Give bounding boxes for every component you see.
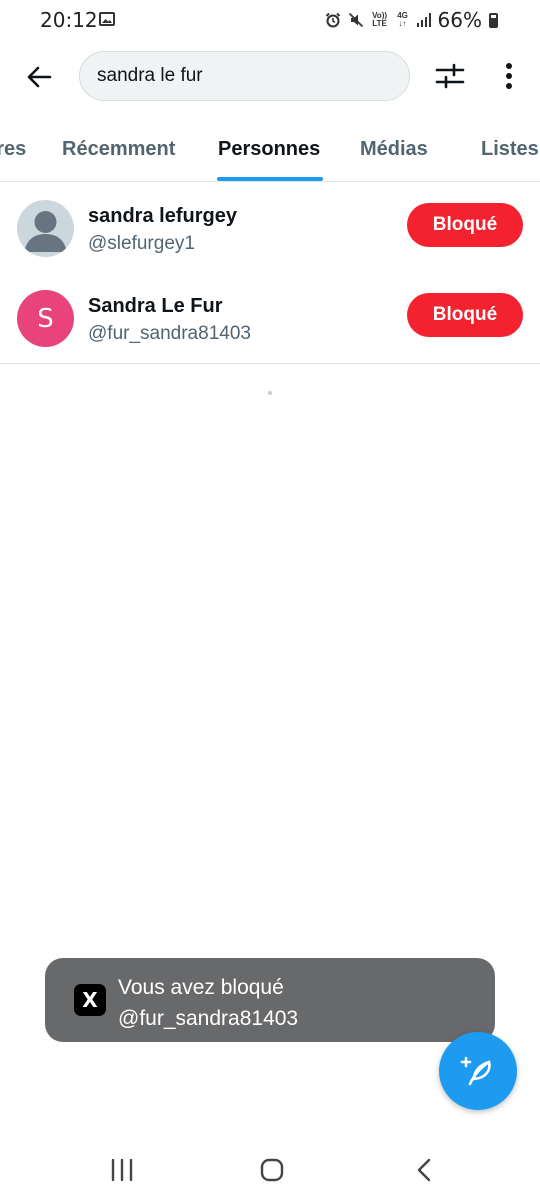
home-icon: [260, 1158, 284, 1182]
arrow-left-icon: [27, 66, 52, 88]
battery-icon: [489, 12, 498, 28]
status-icons: Vo)) LTE 4G ↓↑ 66%: [325, 6, 498, 34]
volte-indicator: Vo)) LTE: [372, 11, 388, 28]
avatar[interactable]: [17, 200, 74, 257]
signal-icon: [416, 13, 431, 27]
system-nav-bar: [0, 1140, 540, 1200]
alarm-icon: [325, 12, 340, 28]
user-row[interactable]: S Sandra Le Fur @fur_sandra81403 Bloqué: [0, 273, 540, 363]
search-tabs: Populaires Récemment Personnes Médias Li…: [0, 120, 540, 182]
status-time: 20:12: [40, 8, 98, 32]
toast-line-1: Vous avez bloqué: [118, 976, 284, 999]
compose-post-button[interactable]: [439, 1032, 517, 1110]
list-divider: [0, 363, 540, 364]
recents-icon: [111, 1159, 133, 1181]
tab-medias[interactable]: Médias: [360, 138, 428, 161]
more-options-button[interactable]: [490, 56, 528, 96]
nav-recents-button[interactable]: [100, 1150, 144, 1190]
user-handle: @slefurgey1: [88, 233, 195, 254]
toast-line-2: @fur_sandra81403: [118, 1007, 299, 1030]
tab-populaires[interactable]: Populaires: [0, 138, 26, 161]
back-button[interactable]: [20, 58, 58, 96]
nav-back-button[interactable]: [402, 1150, 446, 1190]
tab-populaires-clip: Populaires: [0, 120, 32, 182]
sliders-icon: [435, 63, 465, 89]
user-name: Sandra Le Fur: [88, 295, 223, 317]
blocked-button[interactable]: Bloqué: [407, 203, 523, 247]
tab-listes-clip: Listes: [470, 120, 540, 182]
search-field[interactable]: [79, 51, 410, 101]
default-avatar-icon: [24, 211, 67, 252]
filter-button[interactable]: [430, 56, 470, 96]
search-input[interactable]: [97, 65, 409, 87]
battery-percent: 66%: [437, 8, 482, 32]
status-bar: 20:12 Vo)) LTE 4G ↓↑ 66%: [0, 0, 540, 40]
avatar[interactable]: S: [17, 290, 74, 347]
more-vertical-icon: [506, 63, 512, 89]
user-name: sandra lefurgey: [88, 205, 237, 227]
x-logo-icon: X: [74, 984, 106, 1016]
user-row[interactable]: sandra lefurgey @slefurgey1 Bloqué: [0, 183, 540, 273]
toast-notification: X Vous avez bloqué @fur_sandra81403: [45, 958, 495, 1042]
tab-listes[interactable]: Listes: [481, 138, 539, 161]
data-arrows-icon: ↓↑: [398, 19, 407, 28]
blocked-button[interactable]: Bloqué: [407, 293, 523, 337]
network-indicator: 4G ↓↑: [396, 12, 410, 28]
mute-icon: [348, 12, 363, 28]
tab-recemment[interactable]: Récemment: [62, 138, 175, 161]
loading-indicator: [268, 391, 272, 395]
nav-home-button[interactable]: [250, 1150, 294, 1190]
gallery-icon: [99, 12, 115, 26]
tab-personnes[interactable]: Personnes: [218, 138, 320, 161]
active-tab-indicator: [217, 177, 323, 181]
back-chevron-icon: [417, 1158, 431, 1182]
toast-message: Vous avez bloqué @fur_sandra81403: [118, 972, 488, 1034]
user-handle: @fur_sandra81403: [88, 323, 251, 344]
compose-feather-icon: [460, 1056, 491, 1086]
